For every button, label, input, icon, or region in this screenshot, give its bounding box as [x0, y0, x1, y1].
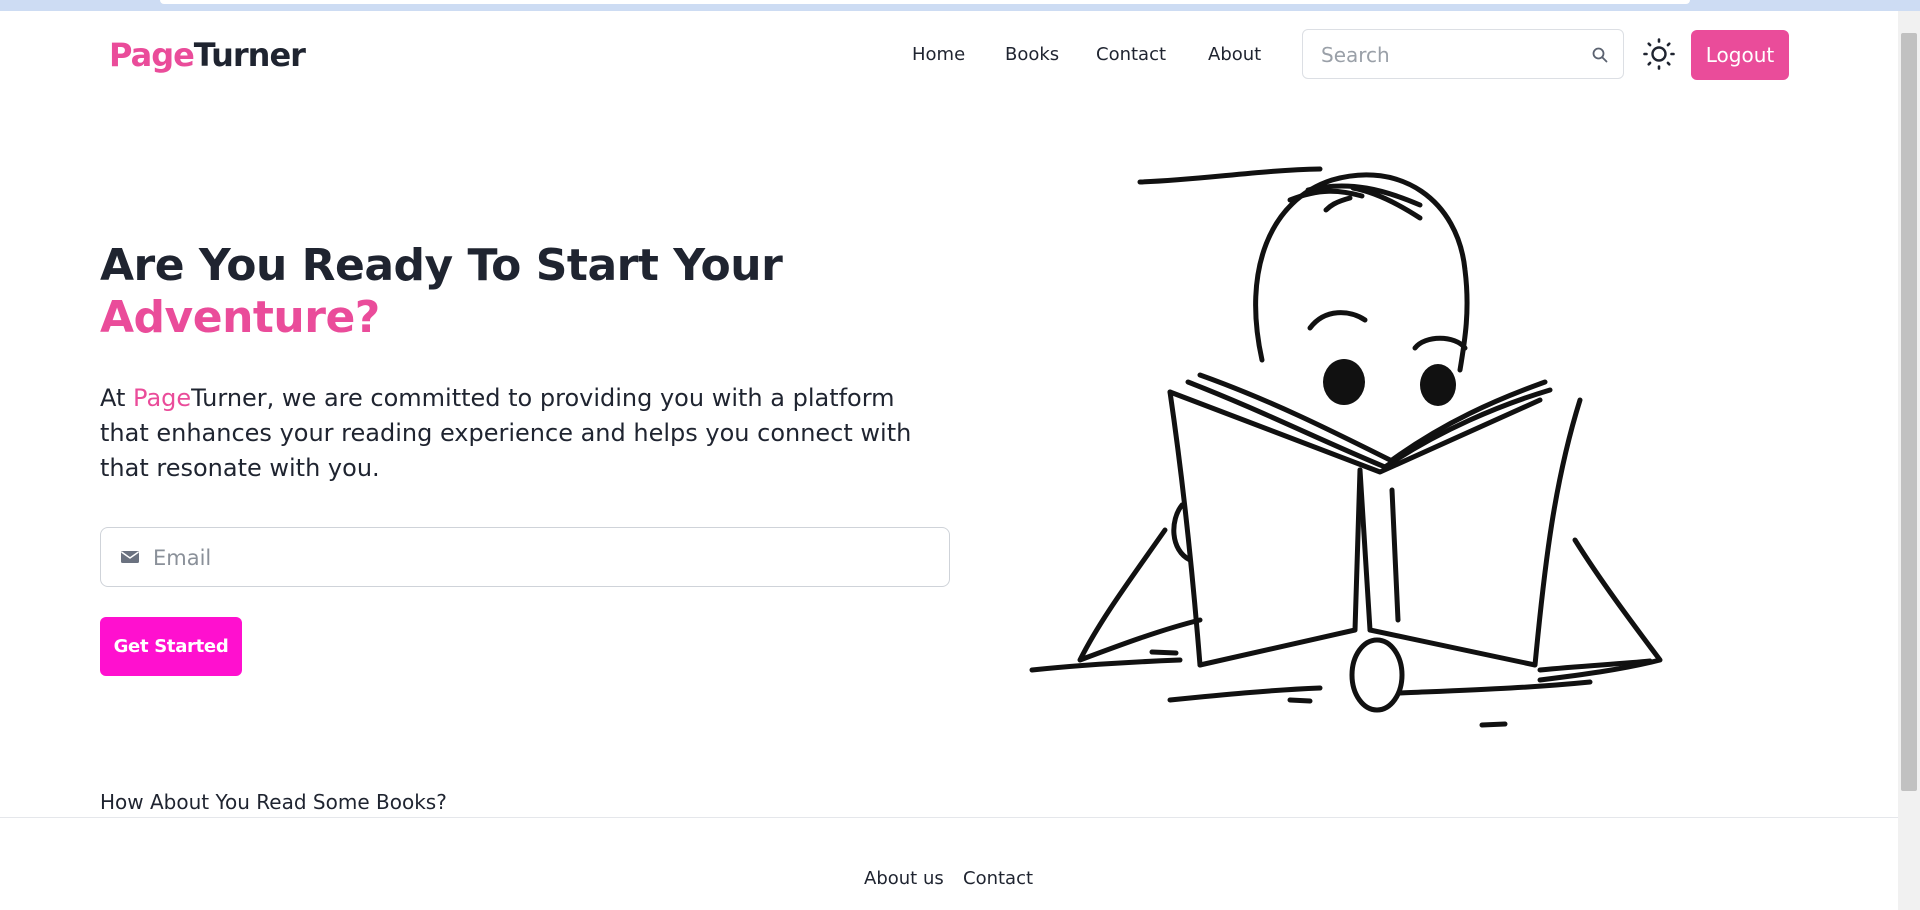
footer-about-us-link[interactable]: About us: [864, 868, 944, 889]
sun-icon[interactable]: [1642, 37, 1676, 71]
address-bar-edge: [160, 0, 1690, 4]
hero-text-prefix: At: [100, 384, 134, 412]
search-box: [1302, 29, 1624, 80]
get-started-button[interactable]: Get Started: [100, 617, 242, 676]
nav-books[interactable]: Books: [1005, 44, 1059, 65]
footer-contact-link[interactable]: Contact: [963, 868, 1033, 889]
nav-home[interactable]: Home: [912, 44, 965, 65]
brand-logo[interactable]: PageTurner: [109, 36, 306, 74]
brand-logo-page: Page: [109, 36, 195, 74]
hero-text-brand-turner: Turner: [191, 384, 267, 412]
search-icon[interactable]: [1591, 46, 1609, 64]
nav-about[interactable]: About: [1208, 44, 1261, 65]
email-box: [100, 527, 950, 588]
brand-logo-turner: Turner: [193, 36, 306, 74]
reading-character-illustration: [1029, 166, 1663, 728]
hero-title-accent: Adventure?: [100, 292, 380, 343]
nav-contact[interactable]: Contact: [1096, 44, 1166, 65]
hero-title-line1: Are You Ready To Start Your: [100, 240, 783, 291]
hero-text-brand-page: Page: [133, 384, 192, 412]
email-field[interactable]: [151, 528, 935, 588]
search-input[interactable]: [1319, 30, 1583, 80]
hero-title: Are You Ready To Start Your Adventure?: [100, 240, 920, 344]
mail-icon: [121, 551, 139, 563]
scrollbar[interactable]: [1898, 11, 1920, 910]
logout-button[interactable]: Logout: [1691, 30, 1789, 80]
hero-description: At PageTurner, we are committed to provi…: [100, 381, 950, 486]
browser-top-strip: [0, 0, 1920, 11]
section-heading: How About You Read Some Books?: [100, 790, 447, 814]
scrollbar-thumb[interactable]: [1901, 33, 1917, 791]
footer-divider: [0, 817, 1898, 818]
navbar: PageTurner Home Books Contact About Logo…: [0, 11, 1898, 97]
